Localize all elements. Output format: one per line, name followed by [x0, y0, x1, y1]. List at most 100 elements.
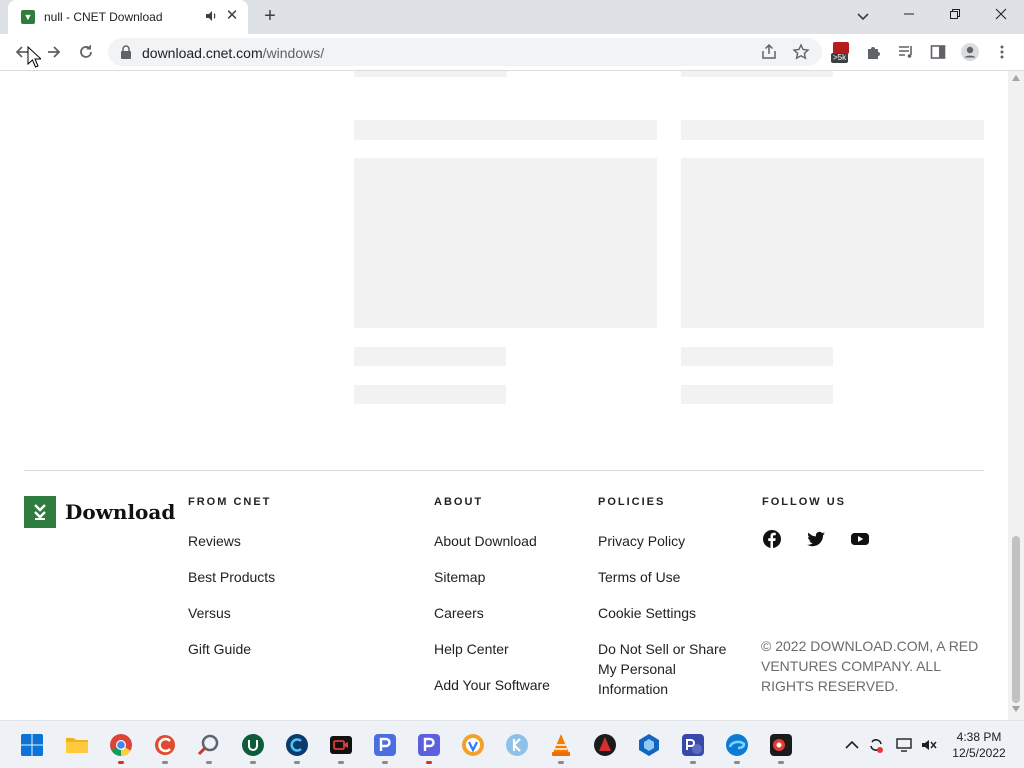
running-indicator	[294, 761, 300, 764]
running-indicator	[778, 761, 784, 764]
footer-column-policies: POLICIES Privacy Policy Terms of Use Coo…	[598, 496, 728, 699]
footer-link-versus[interactable]: Versus	[188, 603, 275, 623]
logo-text: Download	[65, 500, 176, 524]
forward-button[interactable]	[42, 40, 66, 64]
arrow-right-icon	[48, 46, 61, 58]
twitter-icon[interactable]	[806, 529, 826, 549]
social-links	[762, 529, 894, 549]
extensions-button[interactable]	[862, 40, 886, 64]
chrome-icon[interactable]	[109, 733, 133, 757]
youtube-icon[interactable]	[850, 529, 870, 549]
blue-app-icon[interactable]	[637, 733, 661, 757]
reload-button[interactable]	[74, 40, 98, 64]
record-icon[interactable]	[769, 733, 793, 757]
footer-column-about: ABOUT About Download Sitemap Careers Hel…	[434, 496, 550, 695]
tab-title: null - CNET Download	[44, 10, 163, 24]
taskbar-clock[interactable]: 4:38 PM 12/5/2022	[946, 729, 1012, 761]
browser-icon[interactable]	[461, 733, 485, 757]
skeleton-card-image	[354, 158, 657, 328]
k-app-icon[interactable]	[505, 733, 529, 757]
tab-search-chevron-icon[interactable]	[853, 6, 873, 26]
start-icon[interactable]	[20, 733, 44, 757]
footer-link-about-download[interactable]: About Download	[434, 531, 550, 551]
red-app-icon[interactable]	[593, 733, 617, 757]
sync-icon[interactable]	[867, 736, 885, 754]
p-app-2-icon[interactable]	[417, 733, 441, 757]
footer-link-gift-guide[interactable]: Gift Guide	[188, 639, 275, 659]
running-indicator	[426, 761, 432, 764]
browser-tab[interactable]: ▼ null - CNET Download ✕	[8, 0, 248, 34]
footer-link-reviews[interactable]: Reviews	[188, 531, 275, 551]
extension-badge: >5k	[831, 53, 849, 63]
vlc-icon[interactable]	[549, 733, 573, 757]
mouse-cursor-icon	[27, 46, 41, 68]
kebab-menu-icon	[1000, 45, 1004, 59]
facebook-icon[interactable]	[762, 529, 782, 549]
running-indicator	[382, 761, 388, 764]
footer-link-add-your-software[interactable]: Add Your Software	[434, 675, 550, 695]
page-scrollbar[interactable]	[1008, 71, 1024, 720]
screen-recorder-icon[interactable]	[329, 733, 353, 757]
scroll-down-arrow-icon[interactable]	[1012, 706, 1020, 712]
extension-button[interactable]: >5k	[830, 40, 854, 64]
footer-link-help-center[interactable]: Help Center	[434, 639, 550, 659]
upwork-icon[interactable]	[241, 733, 265, 757]
lock-icon[interactable]	[120, 45, 132, 59]
c-app-icon[interactable]	[285, 733, 309, 757]
window-restore-button[interactable]	[932, 0, 978, 30]
footer-link-privacy-policy[interactable]: Privacy Policy	[598, 531, 728, 551]
bookmark-star-icon[interactable]	[792, 43, 810, 61]
close-icon	[995, 8, 1007, 20]
scroll-up-arrow-icon[interactable]	[1012, 75, 1020, 81]
scrollbar-thumb[interactable]	[1012, 536, 1020, 703]
url-text[interactable]: download.cnet.com/windows/	[142, 45, 324, 61]
running-indicator	[206, 761, 212, 764]
browser-menu-button[interactable]	[990, 40, 1014, 64]
window-minimize-button[interactable]	[886, 0, 932, 30]
speaker-muted-icon[interactable]	[920, 736, 938, 754]
footer-link-terms-of-use[interactable]: Terms of Use	[598, 567, 728, 587]
p-app-icon[interactable]	[373, 733, 397, 757]
skeleton-line	[354, 71, 507, 77]
new-tab-button[interactable]: +	[258, 4, 282, 28]
media-control-button[interactable]	[894, 40, 918, 64]
url-path: /windows/	[262, 45, 325, 61]
chevron-up-icon[interactable]	[843, 736, 861, 754]
ps-app-icon[interactable]	[681, 733, 705, 757]
search-tool-icon[interactable]	[197, 733, 221, 757]
profile-button[interactable]	[958, 40, 982, 64]
running-indicator	[338, 761, 344, 764]
edge-icon[interactable]	[725, 733, 749, 757]
browser-toolbar: download.cnet.com/windows/ >5k	[0, 34, 1024, 71]
footer-link-do-not-sell[interactable]: Do Not Sell or Share My Personal Informa…	[598, 639, 728, 699]
network-display-icon[interactable]	[895, 736, 913, 754]
side-panel-icon	[930, 45, 946, 59]
skeleton-line	[681, 120, 984, 140]
skeleton-line	[681, 347, 833, 366]
skeleton-line	[681, 71, 833, 77]
reload-icon	[80, 45, 92, 58]
side-panel-button[interactable]	[926, 40, 950, 64]
minimize-icon	[904, 13, 914, 15]
footer-link-careers[interactable]: Careers	[434, 603, 550, 623]
share-icon[interactable]	[760, 43, 778, 61]
media-queue-icon	[899, 46, 912, 58]
ccleaner-icon[interactable]	[153, 733, 177, 757]
file-explorer-icon[interactable]	[65, 733, 89, 757]
download-logo[interactable]: Download	[24, 496, 175, 528]
audio-playing-icon[interactable]	[204, 9, 218, 23]
footer-link-best-products[interactable]: Best Products	[188, 567, 275, 587]
window-close-button[interactable]	[978, 0, 1024, 30]
footer-heading: FOLLOW US	[762, 496, 846, 508]
footer-heading: ABOUT	[434, 496, 484, 508]
address-bar[interactable]: download.cnet.com/windows/	[108, 38, 822, 66]
running-indicator	[250, 761, 256, 764]
double-chevron-down-icon	[34, 504, 46, 520]
footer-link-cookie-settings[interactable]: Cookie Settings	[598, 603, 728, 623]
footer-link-sitemap[interactable]: Sitemap	[434, 567, 550, 587]
skeleton-line	[354, 385, 506, 404]
clock-time: 4:38 PM	[956, 730, 1002, 744]
tab-close-icon[interactable]: ✕	[224, 8, 240, 24]
running-indicator	[558, 761, 564, 764]
running-indicator	[690, 761, 696, 764]
